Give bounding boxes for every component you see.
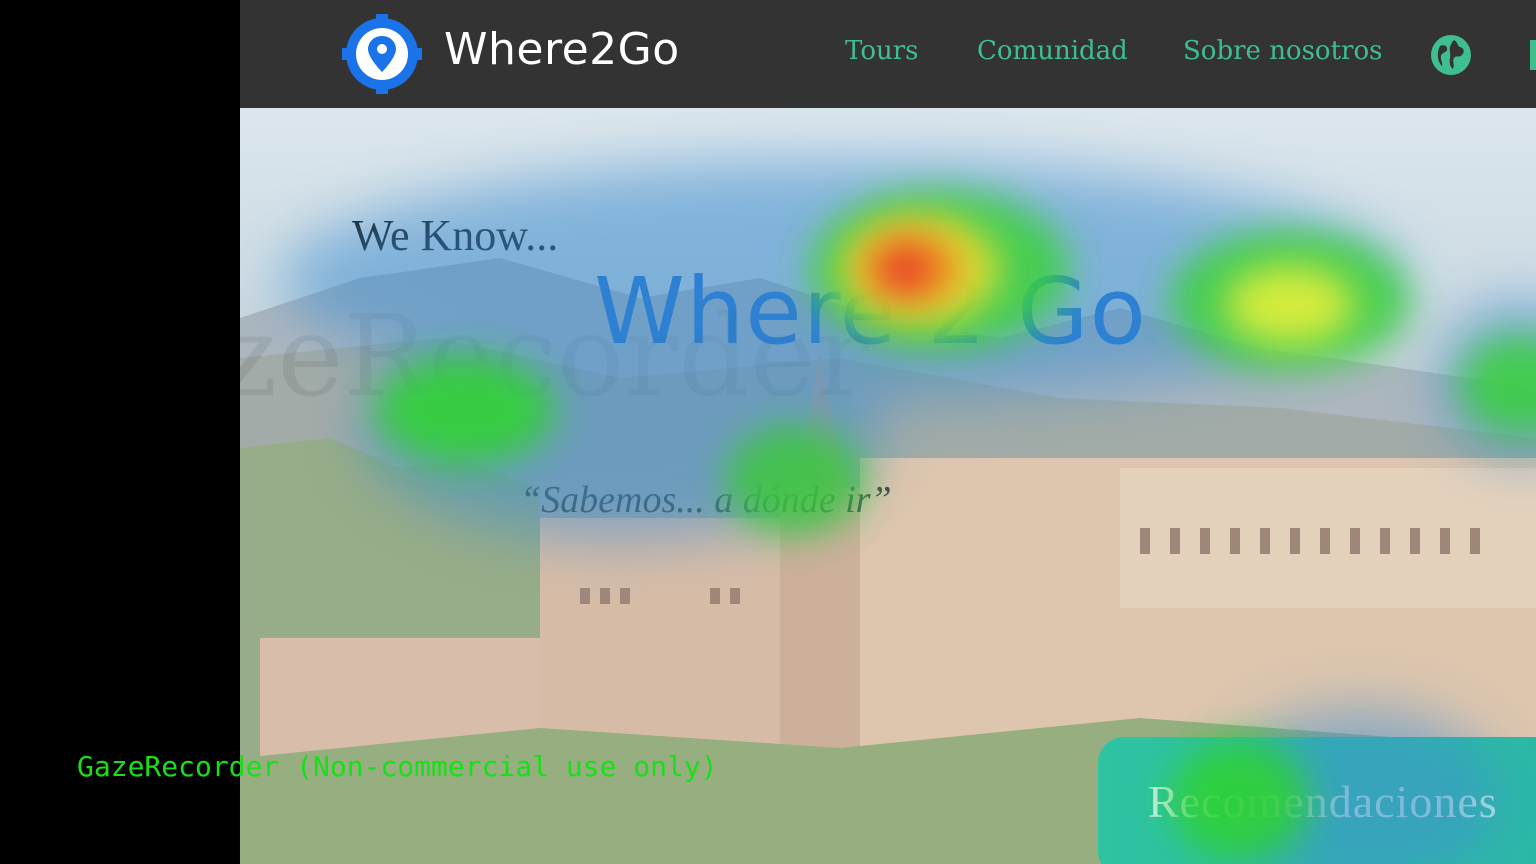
recomendaciones-button[interactable]: Recomendaciones bbox=[1098, 737, 1536, 864]
gazerecorder-watermark: GazeRecorder bbox=[62, 292, 870, 422]
top-navbar: Where2Go Tours Comunidad Sobre nosotros bbox=[240, 0, 1536, 108]
recomendaciones-button-label: Recomendaciones bbox=[1148, 776, 1498, 827]
hero-kicker: We Know... bbox=[352, 211, 559, 260]
navbar-edge-marker bbox=[1530, 40, 1536, 70]
gazerecorder-credit: GazeRecorder (Non-commercial use only) bbox=[77, 750, 718, 783]
nav-link-sobre-nosotros[interactable]: Sobre nosotros bbox=[1183, 36, 1382, 66]
hero-tagline: “Sabemos... a dónde ir” bbox=[520, 479, 892, 521]
website-viewport: Where2Go Tours Comunidad Sobre nosotros bbox=[240, 0, 1536, 864]
map-pin-gear-icon[interactable] bbox=[340, 14, 424, 94]
left-black-panel bbox=[0, 0, 240, 864]
brand-name[interactable]: Where2Go bbox=[444, 24, 680, 75]
globe-icon[interactable] bbox=[1430, 34, 1472, 76]
nav-link-tours[interactable]: Tours bbox=[845, 36, 919, 66]
nav-link-comunidad[interactable]: Comunidad bbox=[977, 36, 1128, 66]
